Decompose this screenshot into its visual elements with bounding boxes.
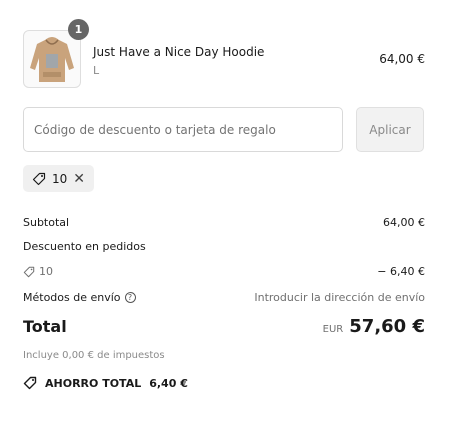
savings-label: AHORRO TOTAL	[45, 376, 142, 390]
savings-value: 6,40 €	[149, 376, 188, 390]
tag-icon	[23, 266, 35, 277]
product-price: 64,00 €	[379, 52, 425, 66]
total-savings: AHORRO TOTAL 6,40 €	[23, 376, 188, 390]
product-thumbnail	[23, 30, 81, 88]
total-row: Total EUR 57,60 €	[23, 316, 425, 337]
applied-discount-tag: 10 ✕	[23, 165, 95, 192]
info-icon[interactable]: ?	[124, 292, 136, 303]
product-thumbnail-wrapper: 1	[23, 19, 89, 88]
discount-value: − 6,40 €	[377, 265, 425, 278]
discount-code-label: 10	[39, 265, 53, 278]
product-variant: L	[93, 64, 100, 77]
taxes-note: Incluye 0,00 € de impuestos	[23, 350, 165, 361]
tag-icon	[23, 376, 37, 390]
discount-code-line: 10	[23, 265, 53, 278]
discount-code-row: 10 − 6,40 €	[23, 265, 425, 278]
shipping-label: Métodos de envío	[23, 291, 121, 304]
shipping-value: Introducir la dirección de envío	[254, 291, 425, 304]
subtotal-row: Subtotal 64,00 €	[23, 216, 425, 229]
product-name: Just Have a Nice Day Hoodie	[93, 45, 265, 59]
subtotal-value: 64,00 €	[383, 216, 425, 229]
discount-code-input[interactable]	[23, 107, 343, 152]
total-label: Total	[23, 317, 67, 336]
shipping-row: Métodos de envío ? Introducir la direcci…	[23, 291, 425, 304]
apply-discount-button[interactable]: Aplicar	[356, 107, 424, 152]
total-amount-group: EUR 57,60 €	[323, 316, 425, 337]
cart-line-item: 1 Just Have a Nice Day Hoodie L 64,00 €	[23, 19, 425, 90]
currency-code: EUR	[322, 324, 344, 335]
remove-discount-icon[interactable]: ✕	[73, 172, 85, 186]
order-discount-row: Descuento en pedidos	[23, 240, 425, 253]
tag-icon	[32, 172, 46, 185]
quantity-badge: 1	[68, 19, 89, 40]
subtotal-label: Subtotal	[23, 216, 70, 229]
order-discount-label: Descuento en pedidos	[23, 240, 146, 253]
applied-discount-code: 10	[52, 171, 68, 186]
shipping-label-group: Métodos de envío ?	[23, 291, 136, 304]
total-amount: 57,60 €	[349, 316, 425, 337]
hoodie-icon	[30, 37, 74, 82]
